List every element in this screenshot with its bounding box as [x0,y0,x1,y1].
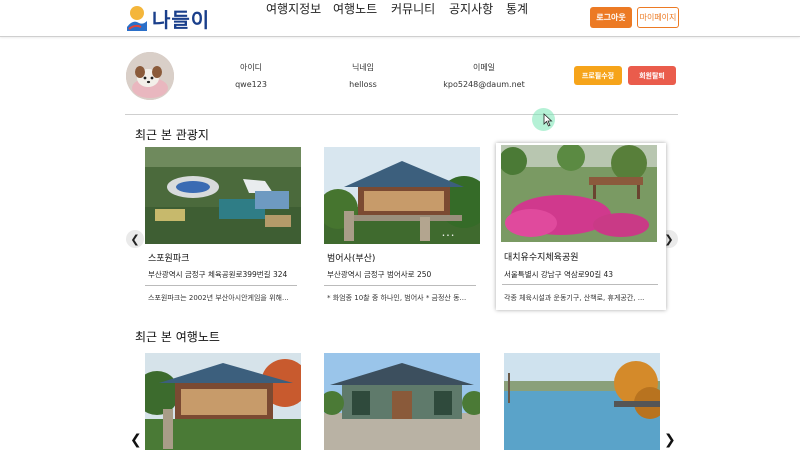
card-divider [145,285,297,286]
nav-travel-notes[interactable]: 여행노트 [333,0,377,17]
card-divider [502,284,658,285]
mouse-pointer-icon [543,113,553,127]
spot-image-daechi-park [501,145,657,242]
spot-description: 스포원파크는 2002년 부산아시안게임을 위해... [148,294,289,302]
chevron-left-icon[interactable]: ❮ [130,432,142,448]
nickname-value: helloss [349,80,377,89]
spot-description: 각종 체육시설과 운동기구, 산책로, 휴게공간, ... [504,294,645,302]
recent-spots-title: 최근 본 관광지 [135,128,209,142]
id-label: 아이디 [239,63,263,72]
mypage-button[interactable]: 마이페이지 [637,7,679,28]
chevron-left-icon[interactable]: ❮ [126,230,144,248]
nav-travel-info[interactable]: 여행지정보 [266,0,321,17]
dog-avatar-image [126,52,174,100]
note-image-lake [504,353,660,450]
spot-title: 범어사(부산) [327,254,376,264]
spot-card-hovered[interactable]: 대치유수지체육공원 서울특별시 강남구 역삼로90길 43 각종 체육시설과 운… [496,143,666,310]
email-value: kpo5248@daum.net [443,80,525,89]
nav-community[interactable]: 커뮤니티 [391,0,435,17]
note-card[interactable] [504,353,660,450]
spot-image-beomeosa: • • • [324,147,480,244]
spot-title: 대치유수지체육공원 [504,253,579,263]
note-image-temple [145,353,301,450]
card-divider [324,285,476,286]
logo-text: 나들이 [152,7,211,32]
spot-address: 서울특별시 강남구 역삼로90길 43 [504,270,614,279]
avatar [126,52,174,100]
logout-button[interactable]: 로그아웃 [590,7,632,28]
edit-profile-button[interactable]: 프로필수정 [574,66,622,85]
nickname-label: 닉네임 [351,63,375,72]
profile-divider [125,114,678,115]
spot-title: 스포원파크 [148,254,190,264]
top-header: 나들이 여행지정보 여행노트 커뮤니티 공지사항 통계 로그아웃 마이페이지 [0,0,800,37]
recent-notes-title: 최근 본 여행노트 [135,330,220,344]
spot-image-sports-park [145,147,301,244]
logo-icon [127,6,147,31]
email-label: 이메일 [472,63,496,72]
withdraw-button[interactable]: 회원탈퇴 [628,66,676,85]
nav-notice[interactable]: 공지사항 [449,0,493,17]
spot-description: * 화엄종 10찰 중 하나인, 범어사 * 금정산 동... [327,294,467,302]
spot-card[interactable]: • • • 범어사(부산) 부산광역시 금정구 범어사로 250 * 화엄종 1… [324,147,480,315]
chevron-right-icon[interactable]: ❯ [664,432,676,448]
note-image-hall [324,353,480,450]
id-value: qwe123 [235,80,267,89]
note-card[interactable] [145,353,301,450]
svg-text:• • •: • • • [442,233,454,239]
spot-address: 부산광역시 금정구 체육공원로399번길 324 [148,270,288,279]
nav-stats[interactable]: 통계 [506,0,528,17]
spot-address: 부산광역시 금정구 범어사로 250 [327,270,432,279]
note-card[interactable] [324,353,480,450]
spot-card[interactable]: 스포원파크 부산광역시 금정구 체육공원로399번길 324 스포원파크는 20… [145,147,301,315]
site-logo[interactable]: 나들이 [125,4,210,32]
